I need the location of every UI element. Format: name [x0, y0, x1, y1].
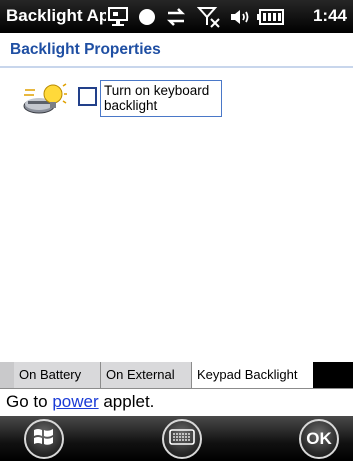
power-link[interactable]: power [52, 392, 98, 411]
status-bar: Backlight Appl [0, 0, 353, 33]
volume-icon[interactable] [228, 0, 252, 33]
power-line-prefix: Go to [6, 392, 53, 411]
keyboard-icon [169, 428, 195, 451]
sync-arrows-icon[interactable] [165, 0, 187, 33]
ok-button[interactable]: OK [299, 419, 339, 459]
app-title: Backlight Appl [6, 6, 106, 25]
power-applet-line: Go to power applet. [6, 392, 154, 412]
power-line-suffix: applet. [98, 392, 155, 411]
screen: Backlight Appl [0, 0, 353, 461]
page-title: Backlight Properties [10, 41, 161, 58]
keyboard-backlight-icon [22, 82, 68, 116]
tab-bar-end [313, 362, 353, 388]
keyboard-button[interactable] [162, 419, 202, 459]
record-dot-icon[interactable] [137, 0, 157, 33]
tab-divider [0, 388, 353, 389]
title-divider [0, 66, 353, 68]
start-button[interactable] [24, 419, 64, 459]
connection-icon[interactable] [106, 0, 130, 33]
clock[interactable]: 1:44 [313, 6, 347, 26]
keyboard-backlight-label[interactable]: Turn on keyboard backlight [100, 80, 222, 117]
keyboard-backlight-checkbox[interactable] [78, 87, 97, 106]
battery-icon[interactable] [257, 0, 285, 33]
windows-logo-icon [32, 426, 56, 453]
tab-keypad-backlight[interactable]: Keypad Backlight [192, 362, 320, 388]
no-signal-icon[interactable] [197, 0, 221, 33]
tab-on-battery[interactable]: On Battery [14, 362, 100, 388]
tab-on-external[interactable]: On External [101, 362, 191, 388]
